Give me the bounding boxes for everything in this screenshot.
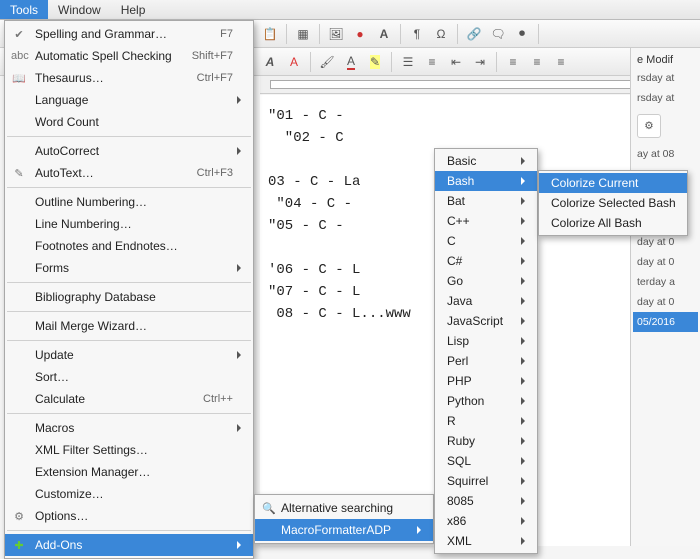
menu-macros[interactable]: Macros (5, 417, 253, 439)
lang-python[interactable]: Python (435, 391, 537, 411)
table-icon[interactable]: ▦ (293, 24, 313, 44)
lang-xml[interactable]: XML (435, 531, 537, 551)
menu-line-numbering[interactable]: Line Numbering… (5, 213, 253, 235)
menubar-window[interactable]: Window (48, 0, 111, 19)
list-bullet-icon[interactable]: ☰ (398, 52, 418, 72)
menu-auto-spellcheck[interactable]: abcAutomatic Spell CheckingShift+F7 (5, 45, 253, 67)
menu-sort[interactable]: Sort… (5, 366, 253, 388)
lang-x86[interactable]: x86 (435, 511, 537, 531)
addons-submenu: 🔍Alternative searching MacroFormatterADP (254, 494, 434, 544)
menu-options[interactable]: ⚙Options… (5, 505, 253, 527)
spellcheck-icon: ✔ (11, 28, 27, 41)
lang-ruby[interactable]: Ruby (435, 431, 537, 451)
autotext-icon: ✎ (11, 167, 27, 180)
menu-extension-manager[interactable]: Extension Manager… (5, 461, 253, 483)
menu-mail-merge[interactable]: Mail Merge Wizard… (5, 315, 253, 337)
indent-inc-icon[interactable]: ⇥ (470, 52, 490, 72)
menu-bibliography-database[interactable]: Bibliography Database (5, 286, 253, 308)
list-number-icon[interactable]: ≡ (422, 52, 442, 72)
addon-alternative-searching[interactable]: 🔍Alternative searching (255, 497, 433, 519)
record-icon[interactable]: ⏺ (512, 24, 532, 44)
lang-bat[interactable]: Bat (435, 191, 537, 211)
lang-squirrel[interactable]: Squirrel (435, 471, 537, 491)
menu-spelling-grammar[interactable]: ✔Spelling and Grammar…F7 (5, 23, 253, 45)
lang-cpp[interactable]: C++ (435, 211, 537, 231)
doc-line: "02 - C (268, 130, 344, 146)
menu-word-count[interactable]: Word Count (5, 111, 253, 133)
menu-autotext[interactable]: ✎AutoText…Ctrl+F3 (5, 162, 253, 184)
macroformatter-lang-submenu: Basic Bash Bat C++ C C# Go Java JavaScri… (434, 148, 538, 554)
menu-update[interactable]: Update (5, 344, 253, 366)
special-char-icon[interactable]: Ω (431, 24, 451, 44)
lang-lisp[interactable]: Lisp (435, 331, 537, 351)
lang-r[interactable]: R (435, 411, 537, 431)
align-right-icon[interactable]: ≡ (551, 52, 571, 72)
lang-basic[interactable]: Basic (435, 151, 537, 171)
colorize-current[interactable]: Colorize Current (539, 173, 687, 193)
bash-colorize-submenu: Colorize Current Colorize Selected Bash … (538, 170, 688, 236)
side-panel: e Modif rsday at rsday at ⚙ ay at 08 › r… (630, 48, 700, 546)
menu-thesaurus[interactable]: 📖Thesaurus…Ctrl+F7 (5, 67, 253, 89)
menubar: Tools Window Help (0, 0, 700, 20)
lang-php[interactable]: PHP (435, 371, 537, 391)
menu-xml-filter[interactable]: XML Filter Settings… (5, 439, 253, 461)
lang-java[interactable]: Java (435, 291, 537, 311)
lang-csharp[interactable]: C# (435, 251, 537, 271)
side-row[interactable]: day at 0 (633, 292, 698, 312)
addon-icon: ✚ (11, 539, 27, 552)
doc-line: 03 - C - La (268, 174, 360, 190)
doc-line: "01 - C - (268, 108, 344, 124)
gear-icon[interactable]: ⚙ (637, 114, 661, 138)
comment-icon[interactable]: 🗨 (488, 24, 508, 44)
colorize-selected[interactable]: Colorize Selected Bash (539, 193, 687, 213)
lang-sql[interactable]: SQL (435, 451, 537, 471)
lang-javascript[interactable]: JavaScript (435, 311, 537, 331)
lang-go[interactable]: Go (435, 271, 537, 291)
menu-outline-numbering[interactable]: Outline Numbering… (5, 191, 253, 213)
menu-calculate[interactable]: CalculateCtrl++ (5, 388, 253, 410)
lang-c[interactable]: C (435, 231, 537, 251)
addon-macroformatter[interactable]: MacroFormatterADP (255, 519, 433, 541)
lang-bash[interactable]: Bash (435, 171, 537, 191)
book-icon: 📖 (11, 72, 27, 85)
side-row[interactable]: day at 0 (633, 252, 698, 272)
indent-dec-icon[interactable]: ⇤ (446, 52, 466, 72)
side-row[interactable]: rsday at (633, 88, 698, 108)
paste-icon[interactable]: 📋 (260, 24, 280, 44)
menu-customize[interactable]: Customize… (5, 483, 253, 505)
image-icon[interactable]: 🖼 (326, 24, 346, 44)
abc-icon: abc (11, 50, 27, 62)
options-icon: ⚙ (11, 510, 27, 523)
search-icon: 🔍 (261, 502, 277, 515)
menu-autocorrect[interactable]: AutoCorrect (5, 140, 253, 162)
page-break-icon[interactable]: ¶ (407, 24, 427, 44)
hyperlink-icon[interactable]: 🔗 (464, 24, 484, 44)
align-left-icon[interactable]: ≡ (503, 52, 523, 72)
menu-addons[interactable]: ✚Add-Ons (5, 534, 253, 556)
clear-format-icon[interactable]: 🖌 (317, 52, 337, 72)
tools-menu: ✔Spelling and Grammar…F7 abcAutomatic Sp… (4, 20, 254, 559)
menu-footnotes-endnotes[interactable]: Footnotes and Endnotes… (5, 235, 253, 257)
menu-language[interactable]: Language (5, 89, 253, 111)
align-center-icon[interactable]: ≡ (527, 52, 547, 72)
chart-pie-icon[interactable]: ● (350, 24, 370, 44)
side-row[interactable]: ay at 08 (633, 144, 698, 164)
side-row[interactable]: rsday at (633, 68, 698, 88)
doc-line: "04 - C - (268, 196, 352, 212)
lang-8085[interactable]: 8085 (435, 491, 537, 511)
highlight-icon[interactable]: ✎ (365, 52, 385, 72)
textbox-icon[interactable]: A (374, 24, 394, 44)
side-panel-header: e Modif (633, 52, 698, 68)
side-row-selected[interactable]: 05/2016 (633, 312, 698, 332)
bold-icon[interactable]: A (260, 52, 280, 72)
menubar-help[interactable]: Help (111, 0, 156, 19)
font-color-icon[interactable]: A (284, 52, 304, 72)
side-row[interactable]: terday a (633, 272, 698, 292)
menubar-tools[interactable]: Tools (0, 0, 48, 19)
menu-forms[interactable]: Forms (5, 257, 253, 279)
colorize-all[interactable]: Colorize All Bash (539, 213, 687, 233)
lang-perl[interactable]: Perl (435, 351, 537, 371)
font-color2-icon[interactable]: A (341, 52, 361, 72)
